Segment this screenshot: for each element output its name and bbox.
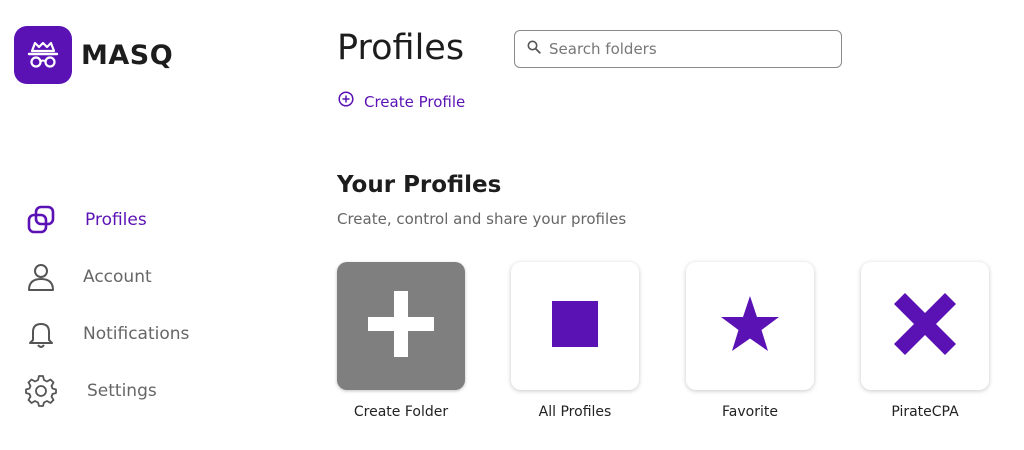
sidebar-item-label: Profiles [85, 210, 147, 230]
sidebar-item-profiles[interactable]: Profiles [24, 200, 234, 240]
all-profiles-tile[interactable] [511, 262, 639, 390]
section-title: Your Profiles [337, 172, 502, 198]
favorite-tile[interactable] [686, 262, 814, 390]
search-box [514, 30, 842, 68]
star-icon [720, 295, 780, 358]
plus-circle-icon [338, 91, 354, 112]
gear-icon [24, 374, 58, 408]
create-profile-label: Create Profile [364, 92, 466, 111]
app-name: MASQ [81, 39, 174, 71]
folder-label: Create Folder [353, 404, 449, 420]
create-folder-tile[interactable] [337, 262, 465, 390]
search-icon [527, 40, 541, 59]
bell-icon [24, 317, 58, 351]
sidebar-item-notifications[interactable]: Notifications [24, 314, 234, 354]
incognito-logo-icon [14, 26, 72, 84]
plus-icon [368, 290, 434, 362]
section-subtitle: Create, control and share your profiles [337, 210, 627, 228]
folder-label: Favorite [722, 404, 778, 420]
sidebar-item-settings[interactable]: Settings [24, 371, 234, 411]
profiles-icon [24, 203, 58, 237]
square-icon [552, 300, 598, 352]
sidebar-item-account[interactable]: Account [24, 257, 234, 297]
page-title: Profiles [337, 28, 465, 68]
sidebar-item-label: Settings [87, 381, 157, 401]
folder-label: PirateCPA [891, 404, 959, 420]
user-icon [24, 260, 58, 294]
piratecpa-tile[interactable] [861, 262, 989, 390]
x-icon [894, 292, 956, 360]
folder-label: All Profiles [538, 404, 612, 420]
search-input[interactable] [549, 40, 819, 58]
app-logo: MASQ [14, 26, 173, 84]
create-profile-button[interactable]: Create Profile [338, 91, 465, 112]
sidebar-item-label: Account [83, 267, 152, 287]
sidebar-item-label: Notifications [83, 324, 190, 344]
